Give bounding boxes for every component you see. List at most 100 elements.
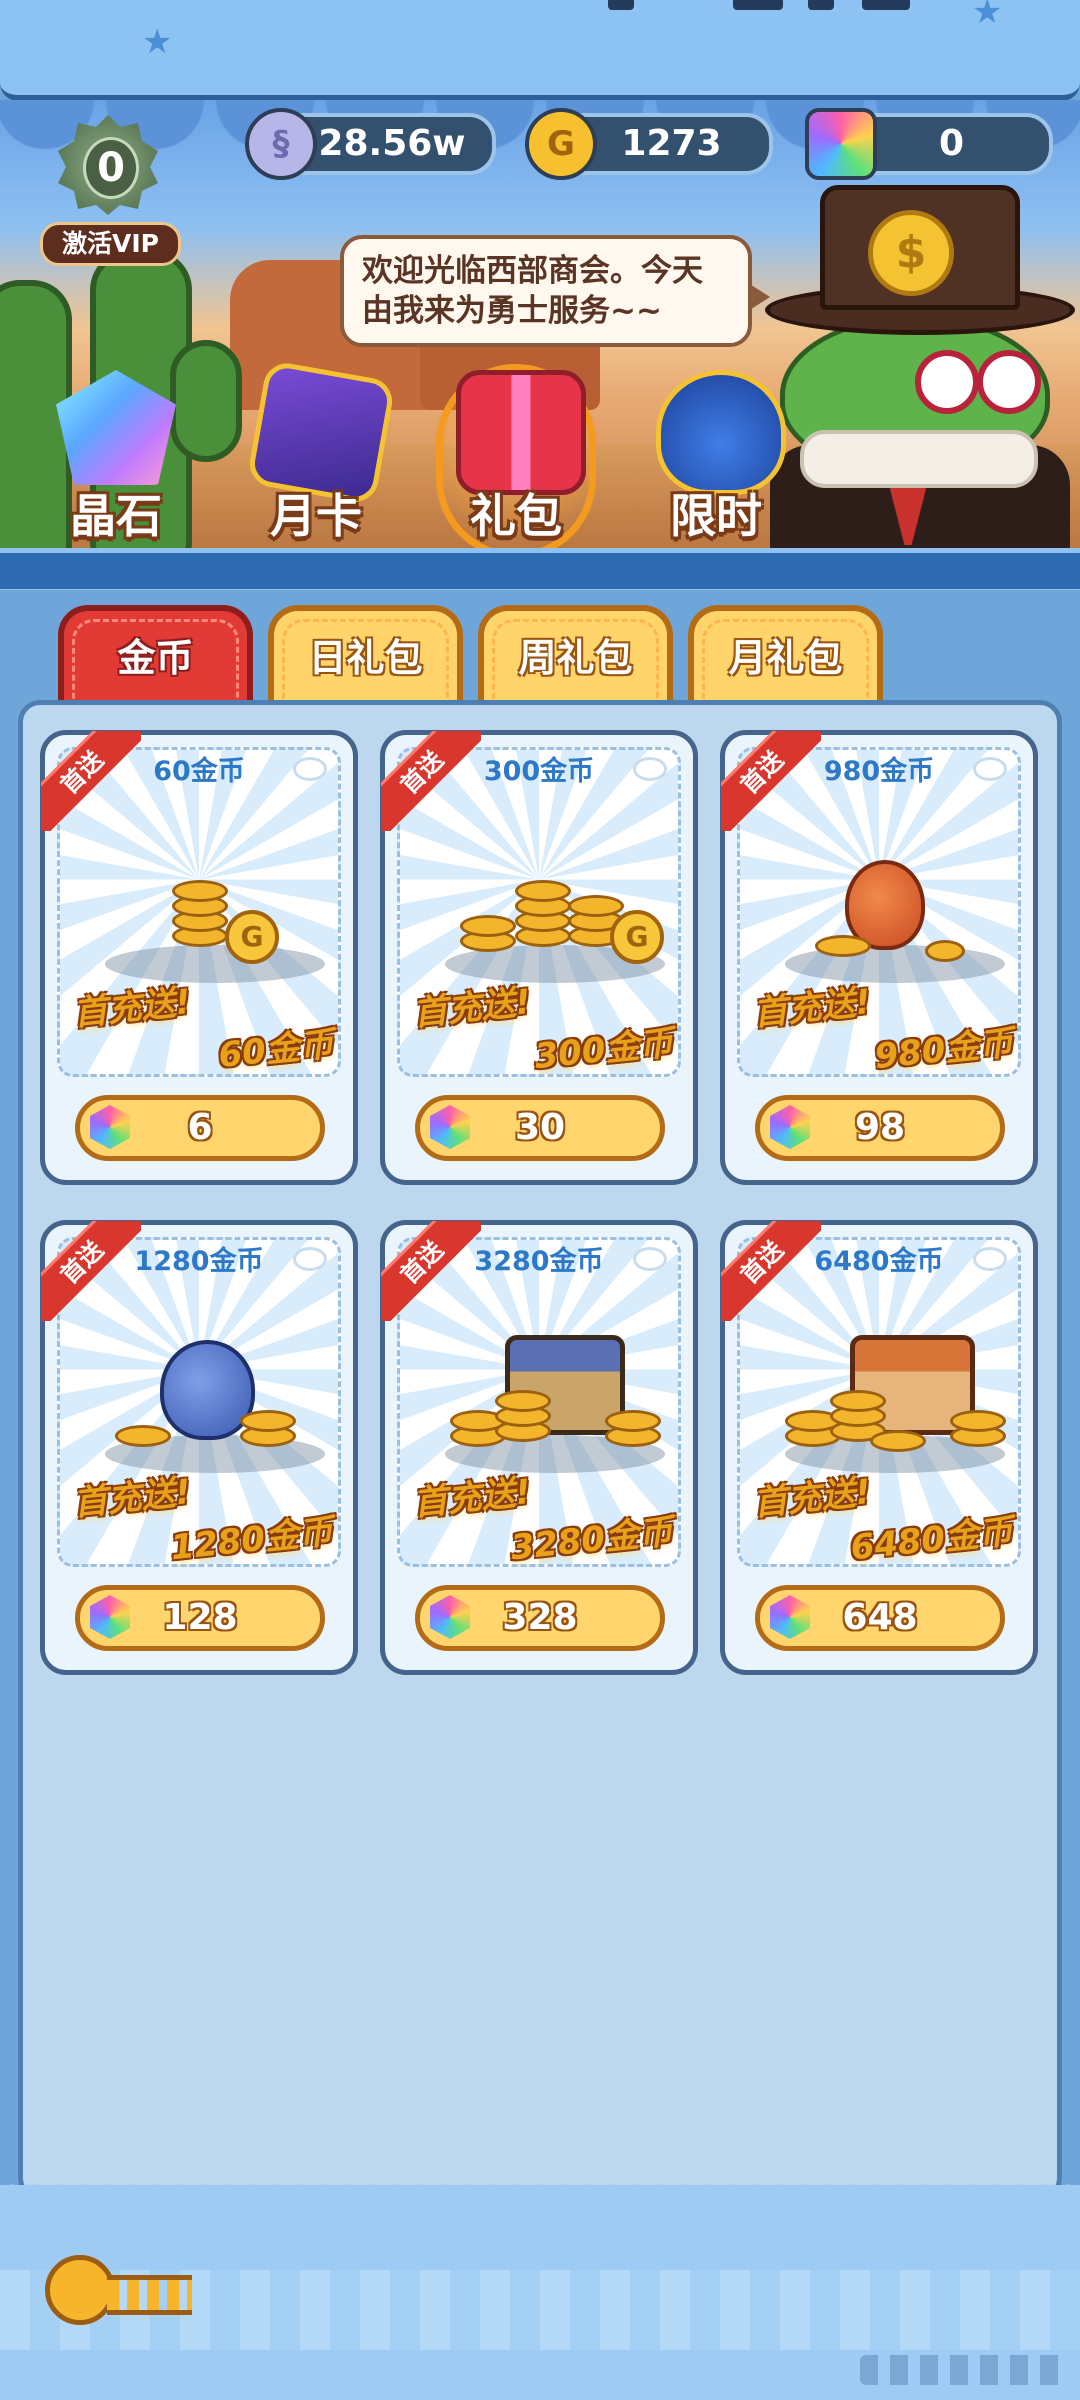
gem-icon — [770, 1595, 810, 1639]
coin-icon — [950, 1410, 1006, 1432]
limited-bag-icon — [656, 370, 786, 495]
buy-button[interactable]: 6 — [75, 1095, 325, 1161]
product-card[interactable]: 980金币 首送 首充送! 980金币 98 — [720, 730, 1038, 1185]
eye-icon — [973, 757, 1007, 781]
buy-button[interactable]: 328 — [415, 1585, 665, 1651]
first-charge-promo: 首充送! 3280金币 — [412, 1470, 675, 1568]
promo-line-2: 3280金币 — [509, 1511, 676, 1569]
category-tab-month-card[interactable]: 月卡 — [240, 359, 396, 560]
category-label: 礼包 — [470, 489, 562, 543]
price-value: 648 — [842, 1597, 918, 1638]
coin-icon — [172, 880, 228, 902]
first-bonus-ribbon: 首送 — [41, 731, 141, 831]
category-label: 月卡 — [270, 489, 362, 543]
product-card[interactable]: 6480金币 首送 首充送! 6480金币 648 — [720, 1220, 1038, 1675]
first-charge-promo: 首充送! 1280金币 — [72, 1470, 335, 1568]
coin-icon — [115, 1425, 171, 1447]
price-value: 98 — [854, 1107, 906, 1148]
coin-icon — [605, 1410, 661, 1432]
eye-icon — [633, 1247, 667, 1271]
sub-tab-weekly[interactable]: 周礼包 — [478, 605, 673, 707]
fishbone-back-button[interactable] — [45, 2245, 195, 2335]
coin-icon — [568, 895, 624, 917]
ribbon-label: 首送 — [41, 731, 141, 831]
vip-badge[interactable]: 0 激活VIP — [40, 115, 181, 266]
ribbon-label: 首送 — [41, 1221, 141, 1321]
promo-line-2: 980金币 — [872, 1022, 1016, 1078]
goblin-eye — [915, 350, 979, 414]
gold-value: 1273 — [621, 123, 722, 164]
character-silhouettes — [860, 2355, 1070, 2385]
sub-tab-label: 日礼包 — [308, 636, 423, 680]
banner-divider — [0, 548, 1080, 594]
price-value: 128 — [162, 1597, 238, 1638]
first-bonus-ribbon: 首送 — [721, 731, 821, 831]
first-charge-promo: 首充送! 980金币 — [752, 980, 1015, 1077]
promo-line-1: 首充送! — [71, 1471, 193, 1525]
ribbon-label: 首送 — [721, 1221, 821, 1321]
gem-icon — [430, 1105, 470, 1149]
sub-tab-gold[interactable]: 金币 — [58, 605, 253, 707]
buy-button[interactable]: 648 — [755, 1585, 1005, 1651]
first-bonus-ribbon: 首送 — [381, 731, 481, 831]
hat-coin-icon: $ — [868, 210, 954, 296]
gem-icon — [770, 1105, 810, 1149]
goblin-ruff — [800, 430, 1038, 488]
category-tab-limited[interactable]: 限时 — [640, 370, 792, 560]
promo-line-1: 首充送! — [71, 981, 193, 1035]
price-value: 30 — [514, 1107, 566, 1148]
buy-button[interactable]: 98 — [755, 1095, 1005, 1161]
coin-icon — [925, 940, 965, 962]
coin-icon — [870, 1430, 926, 1452]
gift-box-icon — [456, 370, 586, 495]
eye-icon — [633, 757, 667, 781]
sub-tab-label: 周礼包 — [518, 636, 633, 680]
buy-button[interactable]: 128 — [75, 1585, 325, 1651]
decor-bar — [608, 0, 634, 10]
coin-icon — [460, 915, 516, 937]
promo-line-2: 60金币 — [216, 1024, 336, 1076]
eye-icon — [293, 757, 327, 781]
merchant-speech-bubble: 欢迎光临西部商会。今天由我来为勇士服务~~ — [340, 235, 770, 347]
buy-button[interactable]: 30 — [415, 1095, 665, 1161]
first-charge-promo: 首充送! 300金币 — [412, 980, 675, 1077]
decor-bar — [808, 0, 834, 10]
goblin-eye — [977, 350, 1041, 414]
sub-tab-label: 金币 — [117, 636, 194, 680]
ribbon-label: 首送 — [381, 731, 481, 831]
ribbon-label: 首送 — [381, 1221, 481, 1321]
vip-level: 0 — [83, 137, 139, 199]
goblin-merchant: $ — [760, 165, 1080, 565]
product-card[interactable]: 1280金币 首送 首充送! 1280金币 128 — [40, 1220, 358, 1675]
category-tab-gift[interactable]: 礼包 — [436, 364, 596, 577]
first-bonus-ribbon: 首送 — [381, 1221, 481, 1321]
category-label: 晶石 — [70, 489, 162, 543]
gem-icon — [805, 108, 877, 180]
coin-icon — [815, 935, 871, 957]
promo-line-2: 1280金币 — [169, 1511, 336, 1569]
category-tab-crystal[interactable]: 晶石 — [40, 370, 192, 560]
coin-icon — [495, 1390, 551, 1412]
product-card[interactable]: G 60金币 首送 首充送! 60金币 6 — [40, 730, 358, 1185]
sub-tab-daily[interactable]: 日礼包 — [268, 605, 463, 707]
coin-icon — [830, 1390, 886, 1412]
star-icon: ★ — [972, 0, 1003, 32]
product-card[interactable]: 3280金币 首送 首充送! 3280金币 328 — [380, 1220, 698, 1675]
promo-line-1: 首充送! — [751, 1471, 873, 1525]
promo-line-1: 首充送! — [411, 1471, 533, 1525]
first-charge-promo: 首充送! 6480金币 — [752, 1470, 1015, 1568]
fish-bones-icon — [107, 2275, 192, 2315]
sub-tab-label: 月礼包 — [728, 636, 843, 680]
gold-coin-icon: G — [525, 108, 597, 180]
decor-bar — [733, 0, 783, 10]
star-icon: ★ — [142, 22, 173, 62]
first-bonus-ribbon: 首送 — [721, 1221, 821, 1321]
eye-icon — [973, 1247, 1007, 1271]
first-bonus-ribbon: 首送 — [41, 1221, 141, 1321]
product-card[interactable]: G 300金币 首送 首充送! 300金币 30 — [380, 730, 698, 1185]
money-bag-icon — [160, 1340, 255, 1440]
sub-tab-monthly[interactable]: 月礼包 — [688, 605, 883, 707]
gem-value: 0 — [938, 123, 965, 164]
gold-coin-icon: G — [610, 910, 664, 964]
vip-activate-label: 激活VIP — [40, 222, 181, 266]
